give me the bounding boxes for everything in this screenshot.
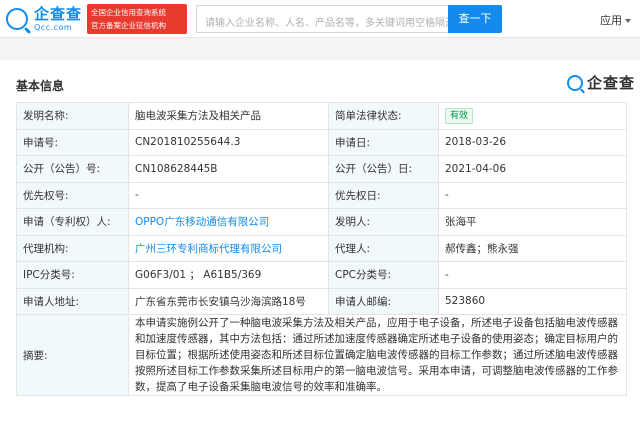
label-ipc: IPC分类号: [16, 261, 129, 289]
app-menu[interactable]: 应用 [600, 12, 631, 28]
label-applicant: 申请（专利权）人: [16, 208, 129, 236]
label-applicant-address: 申请人地址: [16, 287, 129, 315]
search-button[interactable]: 查一下 [448, 5, 502, 33]
logo-name: 企查查 [34, 4, 83, 23]
table-row: IPC分类号: G06F3/01 ； A61B5/369 CPC分类号: - [16, 261, 627, 289]
value-publication-date: 2021-04-06 [438, 155, 627, 183]
label-priority-date: 优先权日: [328, 181, 439, 209]
status-badge: 有效 [445, 107, 474, 124]
applicant-link[interactable]: OPPO广东移动通信有限公司 [135, 216, 269, 228]
label-agent: 代理人: [328, 234, 439, 262]
value-postcode: 523860 [438, 287, 627, 315]
label-postcode: 申请人邮编: [328, 287, 439, 315]
label-abstract: 摘要: [16, 314, 129, 396]
badge-line-1: 全国企业信用查询系统 [91, 8, 166, 17]
table-row: 优先权号: - 优先权日: - [16, 181, 627, 209]
search-input[interactable]: 请输入企业名称、人名、产品名等，多关键词用空格隔开 [196, 5, 448, 33]
basic-info-card: 基本信息 企查查 发明名称: 脑电波采集方法及相关产品 简单法律状态: 有效 申… [0, 60, 640, 435]
table-row: 申请人地址: 广东省东莞市长安镇乌沙海滨路18号 申请人邮编: 523860 [16, 287, 627, 315]
table-row: 申请（专利权）人: OPPO广东移动通信有限公司 发明人: 张海平 [16, 208, 627, 236]
value-inventor: 张海平 [438, 208, 627, 236]
value-applicant-address: 广东省东莞市长安镇乌沙海滨路18号 [128, 287, 329, 315]
value-priority-no: - [128, 181, 329, 209]
logo-domain: Qcc.com [34, 22, 73, 32]
agency-link[interactable]: 广州三环专利商标代理有限公司 [135, 243, 282, 255]
table-row: 代理机构: 广州三环专利商标代理有限公司 代理人: 郝传鑫；熊永强 [16, 234, 627, 262]
section-title: 基本信息 [16, 79, 65, 93]
label-priority-no: 优先权号: [16, 181, 129, 209]
value-application-date: 2018-03-26 [438, 128, 627, 156]
value-ipc: G06F3/01 ； A61B5/369 [128, 261, 329, 289]
label-cpc: CPC分类号: [328, 261, 439, 289]
label-legal-status: 简单法律状态: [328, 102, 439, 130]
value-agent: 郝传鑫；熊永强 [438, 234, 627, 262]
value-application-no: CN201810255644.3 [128, 128, 329, 156]
patent-info-table: 发明名称: 脑电波采集方法及相关产品 简单法律状态: 有效 申请号: CN201… [16, 102, 627, 396]
card-logo: 企查查 [567, 72, 635, 93]
app-menu-label: 应用 [600, 14, 622, 27]
certification-badge[interactable]: 全国企业信用查询系统 官方备案企业征信机构 [87, 4, 187, 34]
label-inventor: 发明人: [328, 208, 439, 236]
label-application-date: 申请日: [328, 128, 439, 156]
magnifier-logo-icon [567, 74, 583, 91]
value-publication-no: CN108628445B [128, 155, 329, 183]
chevron-down-icon [625, 19, 631, 23]
value-cpc: - [438, 261, 627, 289]
badge-line-2: 官方备案企业征信机构 [91, 21, 166, 30]
label-agency: 代理机构: [16, 234, 129, 262]
value-priority-date: - [438, 181, 627, 209]
label-application-no: 申请号: [16, 128, 129, 156]
table-row: 公开（公告）号: CN108628445B 公开（公告）日: 2021-04-0… [16, 155, 627, 183]
label-publication-no: 公开（公告）号: [16, 155, 129, 183]
value-invention-name: 脑电波采集方法及相关产品 [128, 102, 329, 130]
top-header: 企查查 Qcc.com 全国企业信用查询系统 官方备案企业征信机构 请输入企业名… [0, 0, 640, 38]
value-abstract: 本申请实施例公开了一种脑电波采集方法及相关产品，应用于电子设备，所述电子设备包括… [128, 314, 627, 396]
site-logo[interactable]: 企查查 Qcc.com [6, 5, 82, 33]
table-row: 摘要: 本申请实施例公开了一种脑电波采集方法及相关产品，应用于电子设备，所述电子… [16, 314, 627, 396]
label-invention-name: 发明名称: [16, 102, 129, 130]
label-publication-date: 公开（公告）日: [328, 155, 439, 183]
table-row: 发明名称: 脑电波采集方法及相关产品 简单法律状态: 有效 [16, 102, 627, 130]
card-logo-text: 企查查 [587, 74, 636, 92]
table-row: 申请号: CN201810255644.3 申请日: 2018-03-26 [16, 128, 627, 156]
magnifier-logo-icon [6, 8, 28, 30]
